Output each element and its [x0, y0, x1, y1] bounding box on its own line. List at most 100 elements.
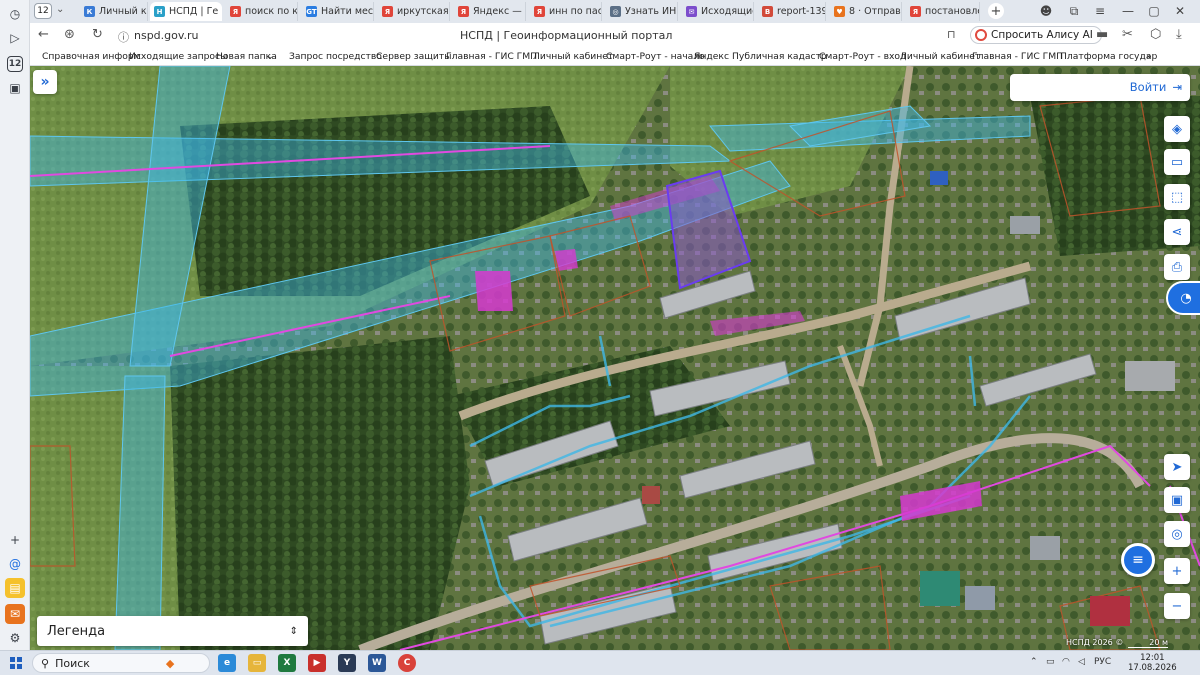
tab-11[interactable]: Япостановле [906, 2, 980, 21]
place-button[interactable]: ◎ [1164, 521, 1190, 547]
tabs-count-icon[interactable]: 12 [7, 56, 23, 72]
tab-0[interactable]: К Личный каб [80, 2, 148, 21]
tab-10[interactable]: ♥ 8 · Отправле [830, 2, 902, 21]
notes-icon[interactable]: ▤ [5, 578, 25, 598]
site-info-icon[interactable]: ⓘ [118, 29, 129, 45]
windows-start-icon[interactable] [10, 657, 22, 669]
tab-favicon-icon: Я [230, 6, 241, 17]
scale-bar: 20 м [1128, 638, 1168, 648]
reload-icon[interactable]: ↻ [92, 27, 103, 42]
protect-icon[interactable]: ☻ [1038, 3, 1054, 19]
bookmark-item[interactable]: Главная - ГИС ГМП [972, 51, 1063, 62]
protect-shield-icon[interactable]: ⊛ [64, 27, 75, 42]
bookmark-item[interactable]: Публичная кадастр [732, 51, 827, 62]
tab-6[interactable]: Яинн по пасп [530, 2, 602, 21]
menu-icon[interactable]: ≡ [1092, 3, 1108, 19]
minimize-icon[interactable]: — [1120, 3, 1136, 19]
cast-icon[interactable]: ▬ [1096, 27, 1108, 42]
edge-icon[interactable]: e [218, 654, 236, 672]
add-panel-icon[interactable]: + [5, 530, 25, 550]
history-icon[interactable]: ◷ [5, 4, 25, 24]
tab-4[interactable]: Яиркутская о [378, 2, 450, 21]
print-button[interactable]: ⎙ [1164, 254, 1190, 280]
tools-icon[interactable]: ✂ [1122, 27, 1133, 42]
tab-label: НСПД | Ге [169, 6, 219, 17]
satellite-map[interactable] [30, 66, 1200, 650]
layers-button[interactable]: ◈ [1164, 116, 1190, 142]
assistant-button[interactable]: ◔ [1166, 281, 1200, 315]
zoom-out-button[interactable]: − [1164, 593, 1190, 619]
bookmark-item[interactable]: Смарт-Роут - начало [606, 51, 705, 62]
bookmark-icon[interactable]: ⊓ [947, 28, 956, 41]
bookmark-item[interactable]: Яндекс [694, 51, 729, 62]
share-button[interactable]: ⋖ [1164, 219, 1190, 245]
screenshots-icon[interactable]: ▣ [5, 78, 25, 98]
settings-icon[interactable]: ⚙ [5, 628, 25, 648]
language-indicator[interactable]: РУС [1094, 657, 1111, 667]
bookmark-item[interactable]: Главная - ГИС ГМП [446, 51, 537, 62]
legend-selector[interactable]: Легенда ⇕ [37, 616, 308, 646]
bookmark-item[interactable]: Сервер защиты [376, 51, 451, 62]
page-title: НСПД | Геоинформационный портал [460, 29, 673, 42]
tab-bar: 12 ⌄ КЛичный кабННСПД | Ге✕Япоиск по коG… [30, 0, 1200, 23]
extensions-icon[interactable]: ⧉ [1066, 3, 1082, 19]
bookmark-item[interactable]: Исходящие запросы [129, 51, 227, 62]
ruler-button[interactable]: ▭ [1164, 149, 1190, 175]
chat-button[interactable]: ≡ [1121, 543, 1155, 577]
bookmark-item[interactable]: Личный кабинет [900, 51, 980, 62]
tray-chevron-icon[interactable]: ⌃ [1030, 657, 1038, 667]
back-icon[interactable]: ← [38, 27, 49, 42]
bookmark-item[interactable]: Личный кабинет [533, 51, 613, 62]
tab-label: report-1392 [777, 6, 825, 17]
taskbar-search[interactable]: ⚲ Поиск ◆ [32, 653, 210, 673]
ask-alisa-button[interactable]: Спросить Алису AI [970, 26, 1102, 44]
tabs-dropdown-icon[interactable]: ⌄ [56, 4, 64, 15]
tab-3[interactable]: GT Найти место [302, 2, 374, 21]
expand-panel-button[interactable]: » [33, 70, 57, 94]
extension-icon[interactable]: ⬡ [1150, 27, 1161, 42]
clock[interactable]: 12:01 17.08.2026 [1128, 653, 1177, 673]
messenger-icon[interactable]: ✉ [5, 604, 25, 624]
word-icon[interactable]: W [368, 654, 386, 672]
new-tab-button[interactable]: + [988, 3, 1004, 19]
excel-icon[interactable]: X [278, 654, 296, 672]
folder-chevron-icon[interactable]: ⌄ [266, 51, 274, 62]
tab-label: Найти место [321, 6, 374, 17]
monitor-icon[interactable]: ▭ [1046, 657, 1055, 667]
select-area-button[interactable]: ⬚ [1164, 184, 1190, 210]
tab-label: 8 · Отправле [849, 6, 901, 17]
tab-9[interactable]: Breport-1392 [758, 2, 826, 21]
bookmark-item[interactable]: Смарт-Роут - вход [819, 51, 906, 62]
zoom-in-button[interactable]: + [1164, 558, 1190, 584]
play-icon[interactable]: ▷ [5, 28, 25, 48]
downloads-icon[interactable]: ⤓ [1176, 27, 1182, 42]
login-button[interactable]: Войти ⇥ [1130, 80, 1182, 94]
tab-count-button[interactable]: 12 [34, 3, 52, 19]
bookmark-item[interactable]: Справочная информ [42, 51, 141, 62]
url-field[interactable]: nspd.gov.ru [134, 29, 199, 42]
top-search-bar: Войти ⇥ [1010, 74, 1190, 101]
share-icon: ⋖ [1171, 224, 1183, 240]
locate-button[interactable]: ➤ [1164, 454, 1190, 480]
yandex-browser-icon[interactable]: Y [338, 654, 356, 672]
app-red-icon[interactable]: ▶ [308, 654, 326, 672]
bookmark-item[interactable]: Запрос посредство [289, 51, 382, 62]
explorer-icon[interactable]: ▭ [248, 654, 266, 672]
bookmarks-more-icon[interactable]: » [1146, 51, 1152, 62]
mail-icon[interactable]: @ [5, 554, 25, 574]
close-window-icon[interactable]: ✕ [1172, 3, 1188, 19]
app-circle-icon[interactable]: C [398, 654, 416, 672]
map-view[interactable]: » Войти ⇥ ◈ ▭ ⬚ ⋖ ⎙ ◔ ➤ ▣ ◎ + − ≡ Легенд… [30, 66, 1200, 650]
minimap-button[interactable]: ▣ [1164, 487, 1190, 513]
tab-1[interactable]: ННСПД | Ге✕ [150, 2, 222, 21]
bookmark-item[interactable]: Платформа государ [1060, 51, 1157, 62]
tab-5[interactable]: Я Яндекс — бь [454, 2, 526, 21]
maximize-icon[interactable]: ▢ [1146, 3, 1162, 19]
tab-8[interactable]: ✉ Исходящие [682, 2, 754, 21]
alisa-icon [975, 29, 987, 41]
tab-2[interactable]: Япоиск по ко [226, 2, 298, 21]
select-area-icon: ⬚ [1170, 189, 1184, 205]
volume-icon[interactable]: ◁ [1078, 657, 1085, 667]
tab-7[interactable]: ◎ Узнать ИНН [606, 2, 678, 21]
network-icon[interactable]: ◠ [1062, 657, 1070, 667]
